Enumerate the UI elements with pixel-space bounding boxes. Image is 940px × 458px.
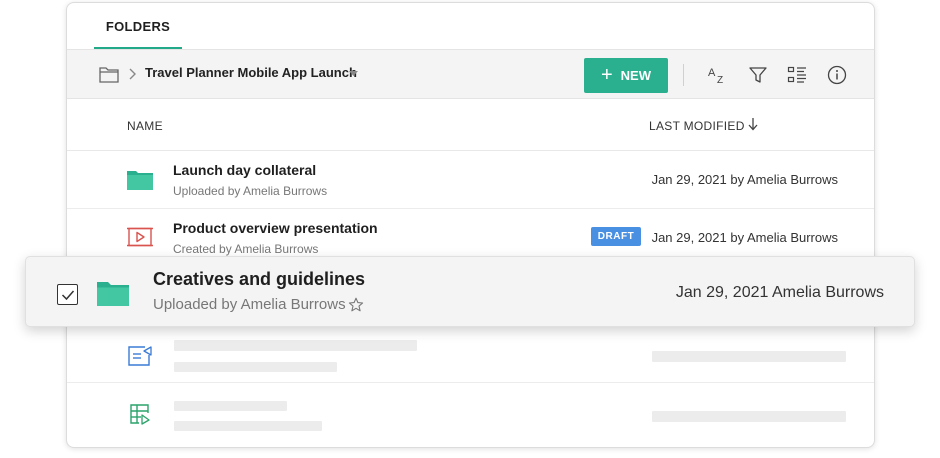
new-button-label: NEW	[620, 68, 652, 83]
placeholder-row	[67, 383, 874, 441]
skeleton-date	[652, 351, 846, 362]
draft-badge: DRAFT	[591, 227, 641, 246]
check-icon	[61, 290, 74, 300]
skeleton-title	[174, 401, 287, 411]
folder-icon	[97, 282, 129, 306]
sort-az-icon[interactable]: A Z	[707, 65, 727, 85]
skeleton-subtitle	[174, 421, 322, 431]
new-button[interactable]: + NEW	[584, 58, 668, 93]
toolbar: Travel Planner Mobile App Launch + NEW A…	[67, 49, 874, 99]
breadcrumb[interactable]: Travel Planner Mobile App Launch	[145, 65, 357, 80]
table-header: NAME LAST MODIFIED	[67, 99, 874, 151]
column-last-modified[interactable]: LAST MODIFIED	[649, 119, 745, 133]
checkbox-icon[interactable]	[57, 284, 78, 305]
placeholder-row	[67, 325, 874, 383]
row-modified: Jan 29, 2021 by Amelia Burrows	[651, 172, 838, 187]
folder-icon	[99, 67, 119, 83]
row-title: Product overview presentation	[173, 220, 378, 236]
chevron-right-icon	[129, 68, 136, 80]
folder-icon	[127, 171, 153, 190]
row-subtitle: Created by Amelia Burrows	[173, 242, 319, 256]
svg-text:A: A	[708, 67, 716, 79]
tab-bar: FOLDERS	[67, 3, 874, 49]
column-name[interactable]: NAME	[127, 119, 163, 133]
filter-icon[interactable]	[748, 65, 768, 85]
row-subtitle: Uploaded by Amelia Burrows	[173, 184, 328, 198]
row-title: Launch day collateral	[173, 162, 317, 178]
caret-down-icon[interactable]	[349, 71, 358, 77]
row-modified: Jan 29, 2021 by Amelia Burrows	[651, 230, 838, 245]
row-modified: Jan 29, 2021 Amelia Burrows	[675, 284, 884, 301]
view-list-icon[interactable]	[787, 65, 807, 85]
skeleton-subtitle	[174, 362, 337, 372]
svg-text:Z: Z	[717, 75, 723, 85]
dragged-row[interactable]: Creatives and guidelines Uploaded by Ame…	[25, 256, 915, 327]
skeleton-title	[174, 340, 417, 351]
info-icon[interactable]	[827, 65, 847, 85]
tab-folders[interactable]: FOLDERS	[94, 3, 182, 49]
row-subtitle: Uploaded by Amelia Burrows	[153, 296, 346, 313]
toolbar-divider	[683, 64, 684, 86]
plus-icon: +	[600, 63, 613, 86]
arrow-down-icon[interactable]	[747, 117, 759, 131]
skeleton-date	[652, 411, 846, 422]
table-row[interactable]: Launch day collateral Uploaded by Amelia…	[67, 151, 874, 209]
star-icon[interactable]	[348, 297, 364, 313]
document-share-icon	[128, 346, 152, 366]
presentation-icon	[127, 227, 153, 247]
file-browser-card: FOLDERS Travel Planner Mobile App Launch…	[66, 2, 875, 448]
row-title: Creatives and guidelines	[153, 269, 366, 289]
spreadsheet-icon	[130, 404, 150, 425]
